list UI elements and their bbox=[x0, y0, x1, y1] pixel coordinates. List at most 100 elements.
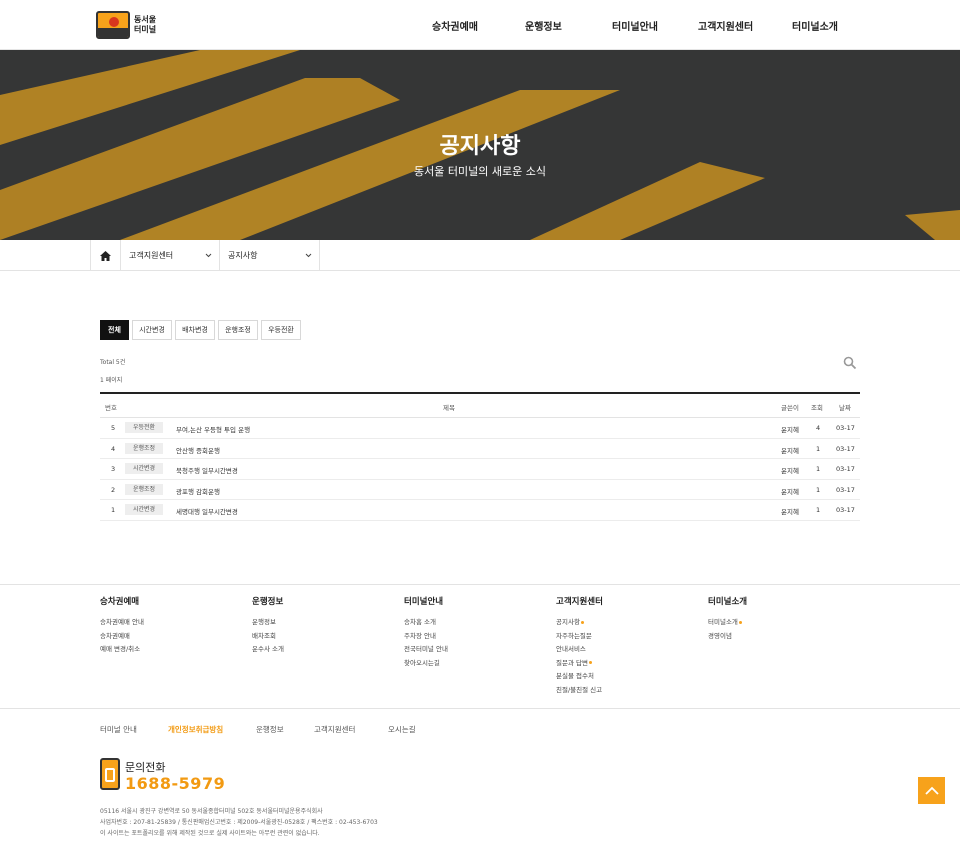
footer-link-operation[interactable]: 운행정보 bbox=[256, 724, 284, 735]
sitemap-link[interactable]: 경영이념 bbox=[708, 630, 747, 644]
breadcrumb-select-level2[interactable]: 공지사항 bbox=[220, 240, 320, 271]
footer-link-directions[interactable]: 오시는길 bbox=[388, 724, 416, 735]
company-info: 05116 서울시 광진구 강변역로 50 동서울종합터미널 502호 동서울터… bbox=[100, 806, 378, 839]
nav-item-ticketing[interactable]: 승차권예매 bbox=[432, 18, 478, 33]
tab-time-change[interactable]: 시간변경 bbox=[132, 320, 172, 340]
row-date: 03-17 bbox=[836, 506, 855, 515]
sitemap-link[interactable]: 운행정보 bbox=[252, 616, 284, 630]
active-dot-icon bbox=[580, 620, 584, 624]
table-row[interactable]: 4 운행조정 안산행 증회운행 윤지혜 1 03-17 bbox=[100, 439, 860, 460]
sitemap-col-ticketing: 승차권예매 승차권예매 안내 승차권예매 예매 변경/취소 bbox=[100, 595, 144, 657]
sitemap-link[interactable]: 배차조회 bbox=[252, 630, 284, 644]
breadcrumb-home-button[interactable] bbox=[90, 240, 121, 271]
page-indicator: 1 페이지 bbox=[100, 377, 123, 384]
sitemap-link[interactable]: 승차권예매 bbox=[100, 630, 144, 644]
table-row[interactable]: 2 운행조정 광포행 감회운행 윤지혜 1 03-17 bbox=[100, 480, 860, 501]
row-author: 윤지혜 bbox=[781, 487, 799, 496]
search-button[interactable] bbox=[843, 355, 857, 370]
row-num: 2 bbox=[111, 485, 116, 494]
row-views: 1 bbox=[816, 465, 821, 474]
disclaimer-line: 이 사이트는 포트폴리오를 위해 제작된 것으로 실제 사이트와는 아무런 관련… bbox=[100, 830, 320, 837]
nav-item-terminal-guide[interactable]: 터미널안내 bbox=[612, 18, 658, 33]
footer-link-customer-center[interactable]: 고객지원센터 bbox=[314, 724, 355, 735]
breadcrumb-select-level1[interactable]: 고객지원센터 bbox=[121, 240, 220, 271]
row-views: 4 bbox=[816, 424, 821, 432]
table-row[interactable]: 1 시간변경 세명대행 일부시간변경 윤지혜 1 03-17 bbox=[100, 500, 860, 521]
tab-premium-switch[interactable]: 우등전환 bbox=[261, 320, 301, 340]
sitemap-link[interactable]: 친절/불친절 신고 bbox=[556, 684, 603, 698]
sitemap-link[interactable]: 승차권예매 안내 bbox=[100, 616, 144, 630]
site-logo[interactable]: 동서울 터미널 bbox=[96, 11, 156, 39]
col-header-date: 날짜 bbox=[839, 404, 851, 412]
row-category-badge: 운행조정 bbox=[125, 483, 164, 495]
sitemap-link[interactable]: 승차홈 소개 bbox=[404, 616, 448, 630]
tab-dispatch-change[interactable]: 배차변경 bbox=[175, 320, 215, 340]
sitemap-link-current[interactable]: 공지사항 bbox=[556, 616, 603, 630]
table-row[interactable]: 5 우등전환 부여,논산 우등형 투입 운행 윤지혜 4 03-17 bbox=[100, 418, 860, 439]
sitemap-heading: 승차권예매 bbox=[100, 597, 140, 607]
sitemap-heading: 터미널소개 bbox=[708, 597, 748, 607]
sitemap-link-label: 터미널소개 bbox=[708, 618, 738, 626]
sitemap-col-about: 터미널소개 터미널소개 경영이념 bbox=[708, 595, 747, 643]
sitemap-link-label: 질문과 답변 bbox=[556, 658, 588, 667]
page-subtitle: 동서울 터미널의 새로운 소식 bbox=[414, 165, 546, 178]
table-row[interactable]: 3 시간변경 북청주행 일부시간변경 윤지혜 1 03-17 bbox=[100, 459, 860, 480]
search-icon bbox=[843, 356, 857, 370]
row-author: 윤지혜 bbox=[781, 508, 799, 517]
sitemap-link[interactable]: 전국터미널 안내 bbox=[404, 643, 448, 657]
row-category-badge: 시간변경 bbox=[125, 463, 164, 475]
nav-item-about[interactable]: 터미널소개 bbox=[792, 18, 838, 33]
footer-link-terminal-guide[interactable]: 터미널 안내 bbox=[100, 724, 137, 735]
sitemap-col-operation: 운행정보 운행정보 배차조회 운수사 소개 bbox=[252, 595, 284, 657]
row-title-link[interactable]: 안산행 증회운행 bbox=[176, 445, 220, 455]
row-category-badge: 시간변경 bbox=[125, 504, 164, 516]
tab-operation-adjust[interactable]: 운행조정 bbox=[218, 320, 258, 340]
tab-all[interactable]: 전체 bbox=[100, 320, 129, 340]
logo-line-2: 터미널 bbox=[134, 25, 157, 34]
row-title-link[interactable]: 세명대행 일부시간변경 bbox=[176, 506, 238, 516]
col-header-author: 글쓴이 bbox=[781, 404, 799, 412]
chevron-down-icon bbox=[205, 240, 212, 284]
sitemap-link[interactable]: 주차장 안내 bbox=[404, 630, 448, 644]
scroll-top-button[interactable] bbox=[918, 777, 945, 804]
sitemap-link[interactable]: 예매 변경/취소 bbox=[100, 643, 144, 657]
row-views: 1 bbox=[816, 506, 821, 515]
row-title-link[interactable]: 광포행 감회운행 bbox=[176, 486, 220, 496]
row-category-badge: 우등전환 bbox=[125, 422, 164, 433]
row-date: 03-17 bbox=[836, 485, 855, 494]
address-line: 05116 서울시 광진구 강변역로 50 동서울종합터미널 502호 동서울터… bbox=[100, 808, 323, 815]
sitemap-heading: 운행정보 bbox=[252, 597, 284, 607]
page-title: 공지사항 bbox=[439, 134, 521, 159]
row-author: 윤지혜 bbox=[781, 467, 799, 476]
sitemap-col-customer: 고객지원센터 공지사항 자주하는질문 안내서비스 질문과 답변 분실물 접수처 … bbox=[556, 595, 603, 697]
sitemap-link-current[interactable]: 터미널소개 bbox=[708, 616, 747, 630]
row-num: 3 bbox=[111, 465, 116, 474]
footer-link-privacy[interactable]: 개인정보취급방침 bbox=[168, 724, 223, 735]
row-category-badge: 운행조정 bbox=[125, 442, 164, 454]
business-info-line: 사업자번호 : 207-81-25839 / 통신판매업신고번호 : 제2009… bbox=[100, 819, 378, 826]
active-dot-icon bbox=[738, 620, 742, 624]
nav-item-operation[interactable]: 운행정보 bbox=[525, 18, 562, 33]
sitemap-link[interactable]: 분실물 접수처 bbox=[556, 670, 603, 684]
nav-item-customer-center[interactable]: 고객지원센터 bbox=[698, 18, 753, 33]
hero-banner: 공지사항 동서울 터미널의 새로운 소식 bbox=[0, 50, 960, 240]
row-views: 1 bbox=[816, 485, 821, 494]
home-icon bbox=[100, 250, 111, 261]
sitemap-link-new[interactable]: 질문과 답변 bbox=[556, 657, 603, 671]
sitemap-link[interactable]: 안내서비스 bbox=[556, 643, 603, 657]
site-header: 동서울 터미널 승차권예매 운행정보 터미널안내 고객지원센터 터미널소개 bbox=[0, 0, 960, 50]
row-title-link[interactable]: 북청주행 일부시간변경 bbox=[176, 465, 238, 475]
arrow-up-icon bbox=[924, 786, 939, 795]
row-title-link[interactable]: 부여,논산 우등형 투입 운행 bbox=[176, 424, 250, 434]
row-num: 5 bbox=[111, 424, 116, 432]
sitemap-heading: 고객지원센터 bbox=[556, 597, 603, 607]
sitemap-link[interactable]: 자주하는질문 bbox=[556, 630, 603, 644]
row-date: 03-17 bbox=[836, 465, 855, 474]
row-num: 4 bbox=[111, 444, 116, 453]
row-author: 윤지혜 bbox=[781, 446, 799, 455]
footer-sitemap: 승차권예매 승차권예매 안내 승차권예매 예매 변경/취소 운행정보 운행정보 … bbox=[0, 584, 960, 709]
active-dot-icon bbox=[588, 661, 592, 664]
sitemap-link[interactable]: 운수사 소개 bbox=[252, 643, 284, 657]
sitemap-link[interactable]: 찾아오시는길 bbox=[404, 657, 448, 671]
contact-number[interactable]: 1688-5979 bbox=[125, 774, 225, 793]
